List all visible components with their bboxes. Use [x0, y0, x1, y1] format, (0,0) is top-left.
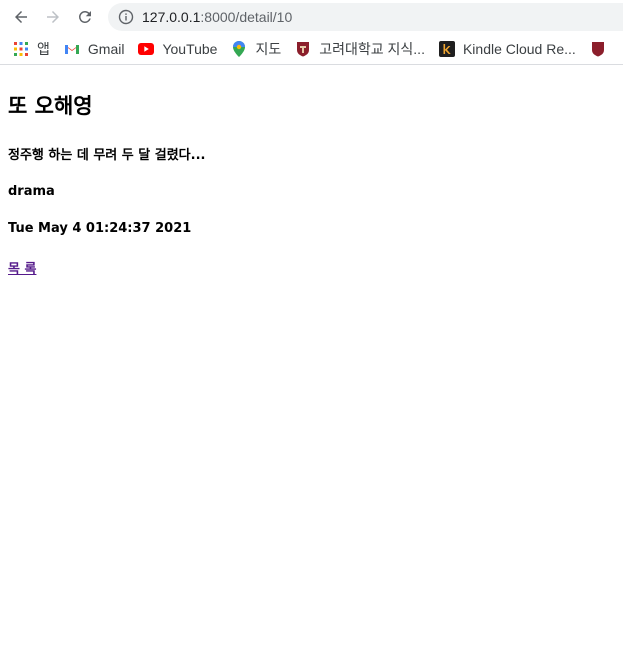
- bookmark-label: 앱: [37, 41, 50, 57]
- kindle-icon: [438, 41, 455, 57]
- page-content: 또 오해영 정주행 하는 데 무려 두 달 걸렸다... drama Tue M…: [0, 90, 623, 277]
- arrow-right-icon: [47, 11, 59, 23]
- gmail-icon: [64, 41, 80, 57]
- bookmark-gmail[interactable]: Gmail: [64, 41, 125, 57]
- genre-text: drama: [8, 184, 55, 199]
- reload-button[interactable]: [73, 5, 97, 29]
- bookmark-label: Kindle Cloud Re...: [462, 41, 576, 57]
- browser-toolbar: 127.0.0.1:8000/detail/10: [0, 0, 623, 34]
- bookmark-kindle[interactable]: Kindle Cloud Re...: [438, 41, 576, 57]
- browser-chrome: 127.0.0.1:8000/detail/10 앱 Gmail YouTube…: [0, 0, 623, 65]
- korea-univ-icon: [590, 41, 606, 57]
- url-path: :8000/detail/10: [200, 9, 293, 25]
- timestamp-text: Tue May 4 01:24:37 2021: [8, 221, 192, 236]
- bookmark-apps[interactable]: 앱: [13, 39, 50, 59]
- info-icon[interactable]: [118, 9, 134, 25]
- page-title: 또 오해영: [8, 94, 93, 118]
- bookmark-overflow[interactable]: [590, 41, 614, 57]
- bookmark-label: Gmail: [87, 41, 125, 57]
- youtube-icon: [138, 41, 155, 57]
- back-button[interactable]: [9, 5, 33, 29]
- back-to-list-link[interactable]: 목 록: [8, 262, 36, 277]
- reload-icon: [78, 10, 91, 23]
- korea-univ-icon: [295, 41, 311, 57]
- bookmark-label: 지도: [255, 41, 282, 57]
- maps-pin-icon: [231, 41, 247, 57]
- url-text[interactable]: 127.0.0.1:8000/detail/10: [142, 9, 292, 25]
- drama-summary: 정주행 하는 데 무려 두 달 걸렸다...: [8, 148, 206, 163]
- bookmarks-bar: 앱 Gmail YouTube 지도 고려대학교 지식... Kindle Cl…: [0, 34, 623, 64]
- forward-button[interactable]: [41, 5, 65, 29]
- bookmark-maps[interactable]: 지도: [231, 39, 281, 59]
- bookmark-label: 고려대학교 지식...: [319, 41, 425, 57]
- bookmark-label: YouTube: [162, 41, 218, 57]
- url-host: 127.0.0.1: [142, 9, 201, 25]
- address-bar[interactable]: 127.0.0.1:8000/detail/10: [108, 3, 623, 31]
- bookmark-korea-univ[interactable]: 고려대학교 지식...: [295, 39, 425, 59]
- apps-grid-icon: [13, 41, 29, 57]
- arrow-left-icon: [15, 11, 27, 23]
- bookmark-youtube[interactable]: YouTube: [138, 41, 217, 57]
